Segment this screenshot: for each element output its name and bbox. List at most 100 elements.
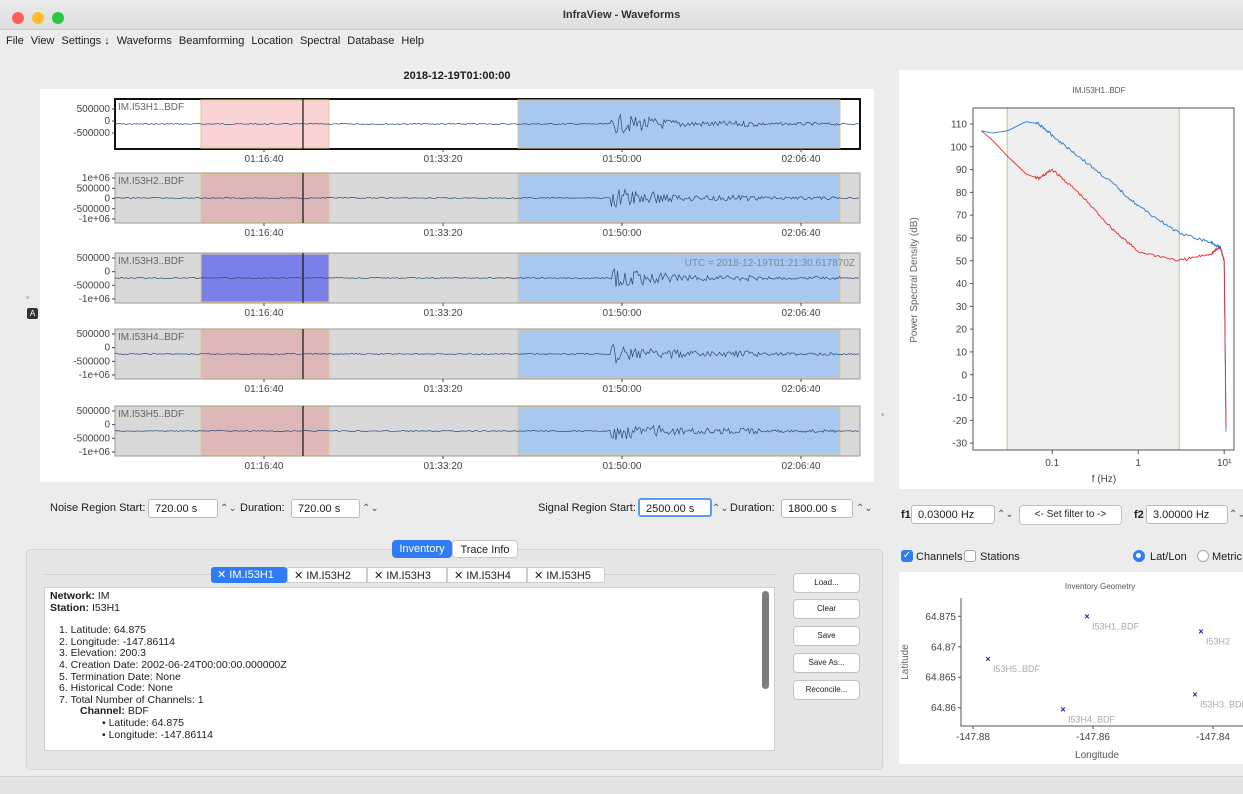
trace-label: IM.I53H3..BDF [118, 256, 184, 267]
y-tick-label: 0 [104, 420, 110, 431]
waveform-panel[interactable]: IM.I53H1..BDF 500000 0 -500000 01:16:40 01:33… [40, 89, 874, 482]
station-label: I53H3..BDF [1200, 699, 1243, 709]
signal-duration-stepper-icon[interactable]: ⌃⌄ [856, 499, 873, 518]
channel-tab-i53h4[interactable]: ✕ IM.I53H4 [447, 567, 527, 583]
signal-start-stepper-icon[interactable]: ⌃⌄ [712, 499, 729, 518]
filter-band [1007, 108, 1180, 450]
f2-label: f2 [1134, 509, 1144, 521]
channel-tab-i53h5[interactable]: ✕ IM.I53H5 [527, 567, 605, 583]
save-as-button[interactable]: Save As... [793, 653, 860, 673]
inventory-item: 4. Creation Date: 2002-06-24T00:00:00.00… [59, 658, 287, 671]
x-tick-label: 01:33:20 [424, 154, 463, 165]
load-button[interactable]: Load... [793, 573, 860, 593]
spectrum-plot[interactable]: IM.I53H1..BDF1101009080706050403020100-1… [899, 70, 1243, 489]
splitter-handle[interactable] [881, 413, 884, 416]
close-tab-icon[interactable]: ✕ [454, 570, 466, 582]
close-tab-icon[interactable]: ✕ [374, 570, 386, 582]
stations-label: Stations [980, 551, 1020, 563]
y-tick-label: -1e+06 [79, 447, 111, 458]
splitter-handle[interactable] [26, 296, 29, 299]
noise-duration-stepper-icon[interactable]: ⌃⌄ [362, 499, 379, 518]
menu-beamforming[interactable]: Beamforming [179, 35, 244, 47]
y-tick-label: 80 [956, 188, 968, 199]
noise-duration-label: Duration: [240, 502, 285, 514]
y-tick-label: 64.86 [931, 703, 956, 714]
signal-start-field[interactable]: 2500.00 s [638, 498, 712, 517]
geometry-plot[interactable]: Inventory Geometry 64.875 64.87 64.865 64.86… [899, 572, 1243, 764]
clear-button[interactable]: Clear [793, 599, 860, 619]
menu-bar: File View Settings ↓ Waveforms Beamformi… [0, 30, 1243, 52]
inventory-details: Network: IM Station: I53H1 1. Latitude: … [50, 590, 287, 741]
utc-readout: UTC = 2018-12-19T01:21:30.617870Z [685, 258, 855, 269]
menu-settings[interactable]: Settings ↓ [61, 35, 109, 47]
noise-duration-field[interactable]: 720.00 s [291, 499, 360, 518]
x-tick-label: 02:06:40 [782, 461, 821, 472]
channel-item: Latitude: 64.875 [108, 716, 184, 729]
menu-file[interactable]: File [6, 35, 24, 47]
station-label: Station: [50, 601, 90, 614]
y-tick-label: 20 [956, 325, 968, 336]
y-tick-label: 500000 [77, 329, 111, 340]
waveform-plots[interactable]: IM.I53H1..BDF5000000-50000001:16:40 01:33… [40, 89, 874, 482]
x-tick-label: 01:50:00 [603, 154, 642, 165]
channel-tab-i53h2[interactable]: ✕ IM.I53H2 [287, 567, 367, 583]
x-tick-label: 01:50:00 [603, 308, 642, 319]
noise-start-field[interactable]: 720.00 s [148, 499, 218, 518]
tab-trace-info[interactable]: Trace Info [452, 540, 518, 558]
y-tick-label: 0 [104, 116, 110, 127]
channels-checkbox[interactable]: ✓ [901, 550, 913, 562]
close-tab-icon[interactable]: ✕ [217, 569, 229, 581]
channel-tab-i53h3[interactable]: ✕ IM.I53H3 [367, 567, 447, 583]
x-tick-label: 01:50:00 [603, 228, 642, 239]
close-tab-icon[interactable]: ✕ [294, 570, 306, 582]
channel-tab-label: IM.I53H4 [466, 570, 511, 582]
x-tick-label: 01:16:40 [245, 228, 284, 239]
stations-checkbox[interactable] [964, 550, 976, 562]
tab-inventory[interactable]: Inventory [392, 540, 452, 558]
marker-a-badge[interactable]: A [27, 308, 38, 319]
x-axis-label: f (Hz) [1092, 474, 1116, 485]
menu-database[interactable]: Database [347, 35, 394, 47]
channel-tab-label: IM.I53H5 [546, 570, 591, 582]
y-tick-label: -1e+06 [79, 370, 111, 381]
menu-view[interactable]: View [31, 35, 55, 47]
menu-help[interactable]: Help [401, 35, 424, 47]
latlon-radio[interactable] [1133, 550, 1145, 562]
reconcile-button[interactable]: Reconcile... [793, 680, 860, 700]
geometry-panel[interactable]: Inventory Geometry 64.875 64.87 64.865 64.86… [899, 572, 1243, 764]
network-value: IM [97, 590, 110, 602]
inventory-item: 6. Historical Code: None [59, 682, 173, 695]
f2-stepper-icon[interactable]: ⌃⌄ [1229, 505, 1243, 524]
y-tick-label: 0 [961, 370, 967, 381]
x-axis-label: Longitude [1075, 750, 1119, 761]
trace-label: IM.I53H5..BDF [118, 409, 184, 420]
menu-spectral[interactable]: Spectral [300, 35, 340, 47]
close-tab-icon[interactable]: ✕ [534, 570, 546, 582]
station-label: I53H5..BDF [993, 664, 1041, 674]
menu-waveforms[interactable]: Waveforms [117, 35, 172, 47]
x-tick-label: 02:06:40 [782, 308, 821, 319]
station-label: I53H4..BDF [1068, 715, 1116, 725]
y-tick-label: -500000 [73, 356, 110, 367]
signal-duration-field[interactable]: 1800.00 s [781, 499, 853, 518]
spectrum-panel[interactable]: IM.I53H1..BDF 110 100 90 80 70 60 50 40 30 20 10 0 -1… [899, 70, 1243, 489]
f2-field[interactable]: 3.00000 Hz [1146, 505, 1228, 524]
station-label: I53H1..BDF [1092, 621, 1140, 631]
menu-location[interactable]: Location [251, 35, 293, 47]
metric-radio[interactable] [1197, 550, 1209, 562]
noise-start-stepper-icon[interactable]: ⌃⌄ [220, 499, 237, 518]
save-button[interactable]: Save [793, 626, 860, 646]
x-tick-label: 01:16:40 [245, 308, 284, 319]
y-tick-label: 500000 [77, 406, 111, 417]
x-tick-label: 02:06:40 [782, 154, 821, 165]
title-bar: InfraView - Waveforms [0, 0, 1243, 30]
channel-label: Channel: [80, 705, 125, 718]
inventory-scrollbar[interactable] [762, 591, 769, 689]
set-filter-button[interactable]: <- Set filter to -> [1019, 505, 1122, 525]
y-tick-label: -30 [953, 439, 968, 450]
y-axis-label: Latitude [900, 644, 911, 680]
f1-field[interactable]: 0.03000 Hz [911, 505, 995, 524]
station-label: I53H2 [1206, 637, 1230, 647]
f1-stepper-icon[interactable]: ⌃⌄ [997, 505, 1014, 524]
channel-tab-i53h1[interactable]: ✕ IM.I53H1 [211, 567, 287, 583]
